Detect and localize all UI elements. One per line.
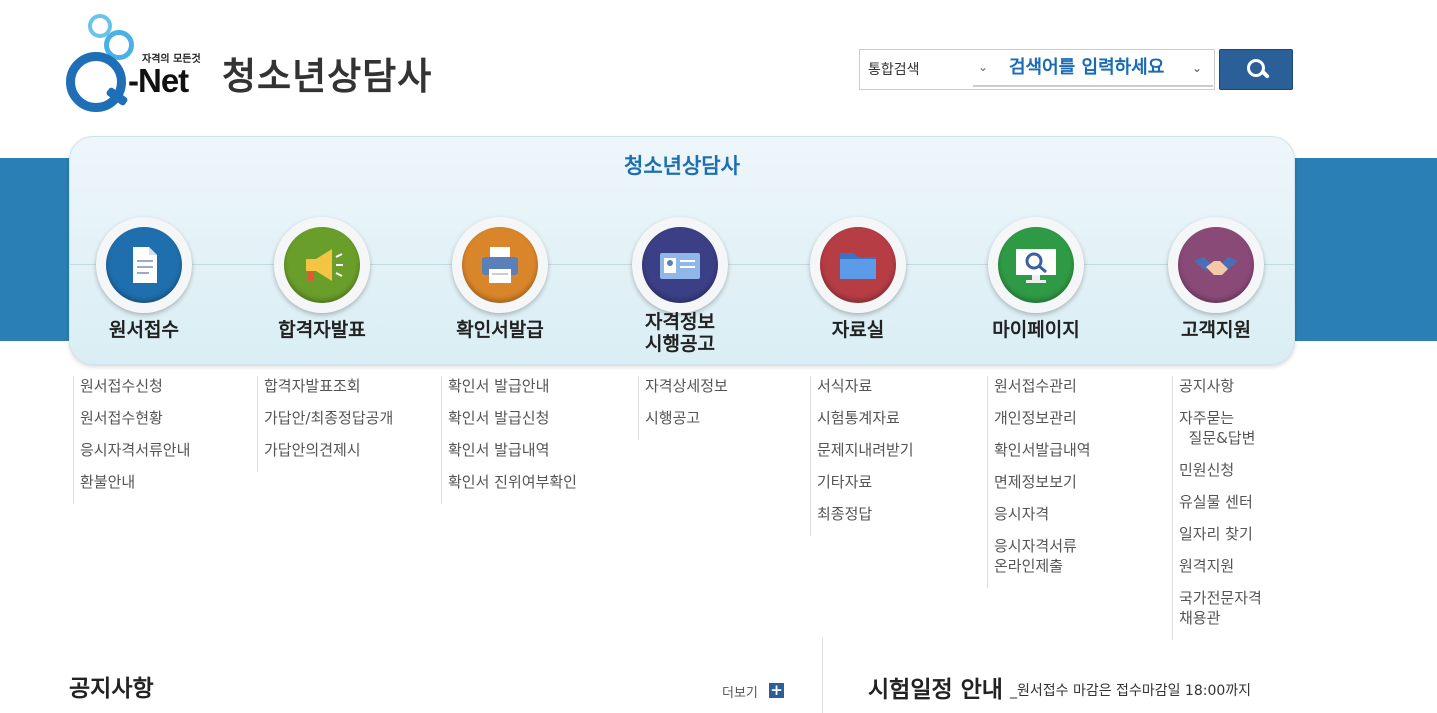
submenu-mypage: 원서접수관리 개인정보관리 확인서발급내역 면제정보보기 응시자격 응시자격서류… xyxy=(987,376,1091,588)
submenu-qualification-info: 자격상세정보 시행공고 xyxy=(638,376,728,440)
submenu-results: 합격자발표조회 가답안/최종정답공개 가답안의견제시 xyxy=(257,376,393,472)
nav-circle xyxy=(274,217,370,313)
submenu-item[interactable]: 확인서 발급신청 xyxy=(448,408,577,428)
nav-circle xyxy=(810,217,906,313)
nav-circle xyxy=(632,217,728,313)
submenu-item[interactable]: 응시자격 xyxy=(994,504,1091,524)
submenu-item[interactable]: 최종정답 xyxy=(817,504,914,524)
submenu-item[interactable]: 자주묻는 질문&답변 xyxy=(1179,408,1262,448)
site-title: 청소년상담사 xyxy=(222,55,433,98)
nav-circle xyxy=(988,217,1084,313)
submenu-item[interactable]: 원서접수현황 xyxy=(80,408,190,428)
notice-title: 공지사항 xyxy=(69,676,154,702)
submenu-item[interactable]: 원서접수관리 xyxy=(994,376,1091,396)
submenu-item[interactable]: 환불안내 xyxy=(80,472,190,492)
search-icon-handle xyxy=(1260,69,1270,79)
submenu-certificate: 확인서 발급안내 확인서 발급신청 확인서 발급내역 확인서 진위여부확인 xyxy=(441,376,577,504)
submenu-item[interactable]: 자격상세정보 xyxy=(645,376,728,396)
submenu-item[interactable]: 유실물 센터 xyxy=(1179,492,1262,512)
submenu-item[interactable]: 면제정보보기 xyxy=(994,472,1091,492)
more-link[interactable]: 더보기 xyxy=(722,682,758,701)
nav-item-archive[interactable]: 자료실 xyxy=(778,215,938,365)
printer-icon xyxy=(462,227,538,303)
submenu-item[interactable]: 가답안의견제시 xyxy=(264,440,393,460)
logo-text: -Net xyxy=(128,62,189,99)
section-divider xyxy=(822,638,823,713)
chevron-down-icon[interactable]: ⌄ xyxy=(1192,61,1202,75)
submenu-item[interactable]: 확인서발급내역 xyxy=(994,440,1091,460)
nav-label: 합격자발표 xyxy=(278,319,366,341)
submenu-item[interactable]: 확인서 발급안내 xyxy=(448,376,577,396)
submenu-item[interactable]: 공지사항 xyxy=(1179,376,1262,396)
search-button[interactable] xyxy=(1219,49,1293,90)
monitor-search-icon xyxy=(998,227,1074,303)
nav-item-qualification-info[interactable]: 자격정보 시행공고 xyxy=(600,215,760,365)
document-icon xyxy=(106,227,182,303)
nav-title: 청소년상담사 xyxy=(624,154,740,178)
submenu-archive: 서식자료 시험통계자료 문제지내려받기 기타자료 최종정답 xyxy=(810,376,914,536)
submenu-item[interactable]: 가답안/최종정답공개 xyxy=(264,408,393,428)
submenu-item[interactable]: 기타자료 xyxy=(817,472,914,492)
submenu-item[interactable]: 국가전문자격 채용관 xyxy=(1179,588,1262,628)
nav-item-results[interactable]: 합격자발표 xyxy=(242,215,402,365)
submenu-item[interactable]: 서식자료 xyxy=(817,376,914,396)
nav-label: 자격정보 시행공고 xyxy=(600,311,760,355)
nav-item-apply[interactable]: 원서접수 xyxy=(64,215,224,365)
qnet-logo[interactable]: 자격의 모든것 -Net xyxy=(66,14,206,112)
megaphone-icon xyxy=(284,227,360,303)
submenu-item[interactable]: 시행공고 xyxy=(645,408,728,428)
search-input[interactable] xyxy=(973,50,1213,87)
submenu-item[interactable]: 일자리 찾기 xyxy=(1179,524,1262,544)
search-bar: 통합검색 ⌄ ⌄ xyxy=(859,49,1215,90)
submenu-item[interactable]: 시험통계자료 xyxy=(817,408,914,428)
nav-label-line1: 자격정보 xyxy=(645,311,715,333)
submenu-item[interactable]: 합격자발표조회 xyxy=(264,376,393,396)
submenu-support: 공지사항 자주묻는 질문&답변 민원신청 유실물 센터 일자리 찾기 원격지원 … xyxy=(1172,376,1262,640)
main-nav-panel: 청소년상담사 원서접수 합격자발표 확인서발급 자격정보 시행공고 자료실 마이… xyxy=(69,136,1295,365)
schedule-subtitle: _원서접수 마감은 접수마감일 18:00까지 xyxy=(1010,683,1252,699)
nav-circle xyxy=(452,217,548,313)
nav-item-mypage[interactable]: 마이페이지 xyxy=(956,215,1116,365)
submenu-item[interactable]: 문제지내려받기 xyxy=(817,440,914,460)
search-category-value: 통합검색 xyxy=(868,62,920,78)
nav-item-certificate[interactable]: 확인서발급 xyxy=(420,215,580,365)
submenu-item[interactable]: 확인서 진위여부확인 xyxy=(448,472,577,492)
nav-label: 고객지원 xyxy=(1181,319,1251,341)
submenu-item[interactable]: 원서접수신청 xyxy=(80,376,190,396)
nav-label: 자료실 xyxy=(831,319,885,341)
nav-label-line2: 시행공고 xyxy=(645,333,715,355)
nav-circle xyxy=(1168,217,1264,313)
nav-label: 확인서발급 xyxy=(456,319,544,341)
submenu-item[interactable]: 개인정보관리 xyxy=(994,408,1091,428)
submenu-item[interactable]: 민원신청 xyxy=(1179,460,1262,480)
submenu-item[interactable]: 원격지원 xyxy=(1179,556,1262,576)
id-card-icon xyxy=(642,227,718,303)
nav-circle xyxy=(96,217,192,313)
handshake-icon xyxy=(1178,227,1254,303)
schedule-title: 시험일정 안내 xyxy=(868,677,1003,703)
submenu-item[interactable]: 응시자격서류 온라인제출 xyxy=(994,536,1091,576)
nav-label: 원서접수 xyxy=(109,319,179,341)
logo-q-mark xyxy=(66,52,126,112)
nav-item-support[interactable]: 고객지원 xyxy=(1136,215,1296,365)
submenu-apply: 원서접수신청 원서접수현황 응시자격서류안내 환불안내 xyxy=(73,376,190,504)
folder-icon xyxy=(820,227,896,303)
nav-label: 마이페이지 xyxy=(992,319,1080,341)
plus-icon[interactable]: + xyxy=(769,683,784,698)
submenu-item[interactable]: 응시자격서류안내 xyxy=(80,440,190,460)
search-category-select[interactable]: 통합검색 ⌄ xyxy=(860,50,988,89)
submenu-item[interactable]: 확인서 발급내역 xyxy=(448,440,577,460)
